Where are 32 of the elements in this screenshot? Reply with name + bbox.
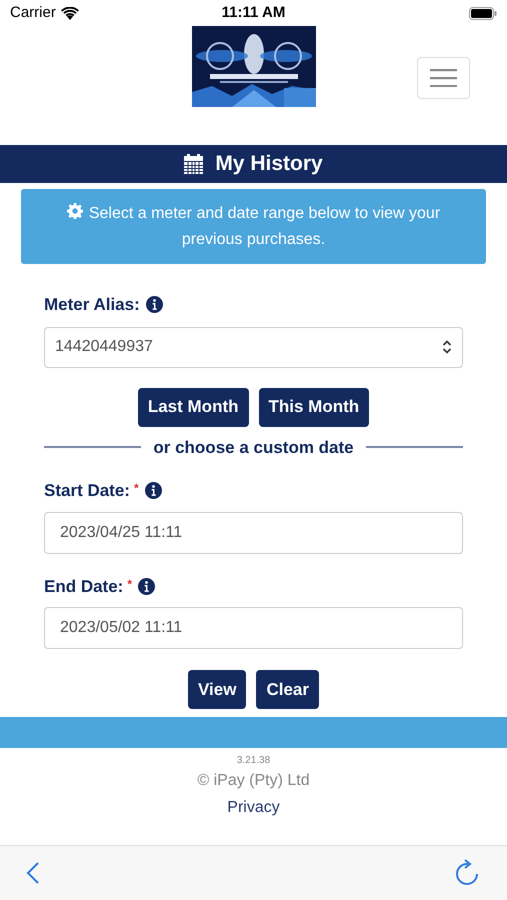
info-icon[interactable] <box>146 296 163 314</box>
date-label: Start Date: <box>44 480 130 502</box>
menu-button[interactable] <box>417 57 470 99</box>
status-time: 11:11 AM <box>222 2 286 23</box>
date-input[interactable]: 2023/05/02 11:11 <box>44 607 463 649</box>
action-button[interactable]: View <box>188 670 246 709</box>
info-text: Select a meter and date range below to view your previous purchases. <box>45 200 462 252</box>
calendar-icon <box>184 154 204 174</box>
info-icon[interactable] <box>144 482 162 500</box>
meter-label: Meter Alias: <box>44 294 140 316</box>
date-preset-button[interactable]: Last Month <box>138 388 248 426</box>
date-preset-button[interactable]: This Month <box>258 388 370 426</box>
date-label: End Date: <box>44 576 124 598</box>
battery-icon <box>469 6 497 20</box>
info-icon[interactable] <box>138 578 156 595</box>
version-text: 3.21.38 <box>236 754 270 768</box>
reload-icon[interactable] <box>455 859 481 887</box>
divider-text: or choose a custom date <box>153 436 354 458</box>
wifi-icon <box>60 6 79 20</box>
date-input[interactable]: 2023/04/25 11:11 <box>44 512 463 554</box>
privacy-link[interactable]: Privacy <box>227 796 280 820</box>
menu-icon <box>430 69 457 87</box>
page-title: My History <box>215 151 323 178</box>
carrier-label: Carrier <box>10 2 56 23</box>
copyright-text: © iPay (Pty) Ltd <box>197 771 310 791</box>
meter-select[interactable]: 14420449937 <box>44 326 463 368</box>
gear-icon <box>66 202 83 218</box>
action-button[interactable]: Clear <box>256 670 319 709</box>
required-mark: * <box>127 576 132 592</box>
select-chevron-icon <box>442 340 452 354</box>
required-mark: * <box>134 480 139 497</box>
back-icon[interactable] <box>26 862 40 884</box>
